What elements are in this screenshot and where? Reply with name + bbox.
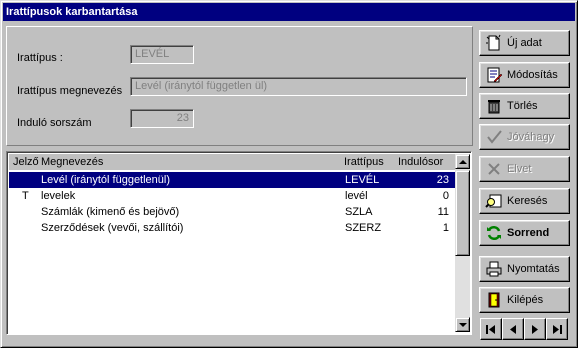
cancel-x-icon: [488, 163, 500, 175]
nyomtatas-button[interactable]: Nyomtatás: [479, 256, 570, 282]
irattipus-field[interactable]: LEVÉL: [130, 45, 194, 64]
jovahagy-button[interactable]: Jóváhagy: [479, 124, 570, 150]
megnevezes-field[interactable]: Levél (iránytól független ül): [130, 77, 467, 96]
sorrend-button[interactable]: Sorrend: [479, 220, 570, 246]
nav-first-button[interactable]: [480, 318, 502, 340]
list-header: Jelző Megnevezés Irattípus Indulósor: [9, 154, 455, 170]
header-indulosor[interactable]: Indulósor: [398, 154, 443, 170]
megnevezes-label: Irattípus megnevezés: [17, 85, 123, 97]
uj-adat-button[interactable]: Új adat: [479, 30, 570, 56]
header-jelzo[interactable]: Jelző: [13, 154, 39, 170]
next-record-icon: [532, 324, 538, 334]
scroll-thumb[interactable]: [455, 170, 470, 256]
kereses-button[interactable]: Keresés: [479, 188, 570, 214]
header-irattipus[interactable]: Irattípus: [344, 154, 384, 170]
list-scrollbar[interactable]: [455, 154, 470, 332]
torles-label: Törlés: [507, 100, 538, 112]
refresh-icon: [487, 225, 501, 241]
exit-door-icon: [488, 292, 500, 308]
nav-next-button[interactable]: [524, 318, 546, 340]
elvet-label: Elvet: [507, 163, 532, 175]
nav-prev-button[interactable]: [502, 318, 524, 340]
last-record-icon: [553, 324, 562, 334]
trash-icon: [488, 100, 500, 114]
nyomtatas-label: Nyomtatás: [507, 263, 560, 275]
row-megnevezes: Számlák (kimenő és bejövő): [41, 206, 180, 218]
row-jelzo: T: [22, 190, 29, 202]
list-row[interactable]: T levelek levél 0: [9, 188, 455, 204]
arrow-up-icon: [458, 159, 467, 164]
elvet-button[interactable]: Elvet: [479, 156, 570, 182]
kilepes-button[interactable]: Kilépés: [479, 287, 570, 313]
first-record-icon: [486, 324, 495, 334]
header-megnevezes[interactable]: Megnevezés: [41, 154, 103, 170]
list-row[interactable]: Levél (iránytól függetlenül) LEVÉL 23: [9, 172, 455, 188]
indulo-sorszam-label: Induló sorszám: [17, 117, 92, 129]
prev-record-icon: [510, 324, 516, 334]
row-megnevezes: Szerződések (vevői, szállítói): [41, 222, 184, 234]
edit-document-icon: [487, 67, 503, 83]
row-indulosor: 23: [436, 174, 449, 186]
row-irattipus: levél: [345, 190, 368, 202]
row-indulosor: 1: [442, 222, 449, 234]
row-irattipus: LEVÉL: [345, 174, 380, 186]
edit-form-panel: Irattípus : LEVÉL Irattípus megnevezés L…: [6, 26, 473, 146]
search-icon: [485, 194, 502, 208]
irattipus-list[interactable]: Jelző Megnevezés Irattípus Indulósor Lev…: [6, 151, 472, 335]
nav-last-button[interactable]: [546, 318, 568, 340]
sorrend-label: Sorrend: [507, 227, 550, 239]
kereses-label: Keresés: [507, 195, 548, 207]
modositas-button[interactable]: Módosítás: [479, 62, 570, 88]
scroll-down-button[interactable]: [455, 317, 470, 332]
checkmark-icon: [487, 130, 502, 144]
row-irattipus: SZLA: [345, 206, 373, 218]
window-title: Irattípusok karbantartása: [3, 3, 575, 21]
list-row[interactable]: Szerződések (vevői, szállítói) SZERZ 1: [9, 220, 455, 236]
list-row[interactable]: Számlák (kimenő és bejövő) SZLA 11: [9, 204, 455, 220]
row-megnevezes: levelek: [41, 190, 76, 202]
kilepes-label: Kilépés: [507, 294, 544, 306]
modositas-label: Módosítás: [507, 69, 558, 81]
arrow-down-icon: [458, 322, 467, 327]
jovahagy-label: Jóváhagy: [507, 131, 555, 143]
indulo-sorszam-field[interactable]: 23: [130, 109, 194, 128]
uj-adat-label: Új adat: [507, 37, 542, 49]
irattipus-label: Irattípus :: [17, 52, 63, 64]
scroll-up-button[interactable]: [455, 154, 470, 169]
row-indulosor: 0: [442, 190, 449, 202]
row-irattipus: SZERZ: [345, 222, 382, 234]
printer-icon: [486, 261, 502, 277]
row-indulosor: 11: [437, 206, 449, 218]
main-window: Irattípusok karbantartása Irattípus : LE…: [0, 0, 578, 348]
torles-button[interactable]: Törlés: [479, 93, 570, 119]
row-megnevezes: Levél (iránytól függetlenül): [41, 174, 171, 186]
new-document-icon: [486, 34, 501, 51]
